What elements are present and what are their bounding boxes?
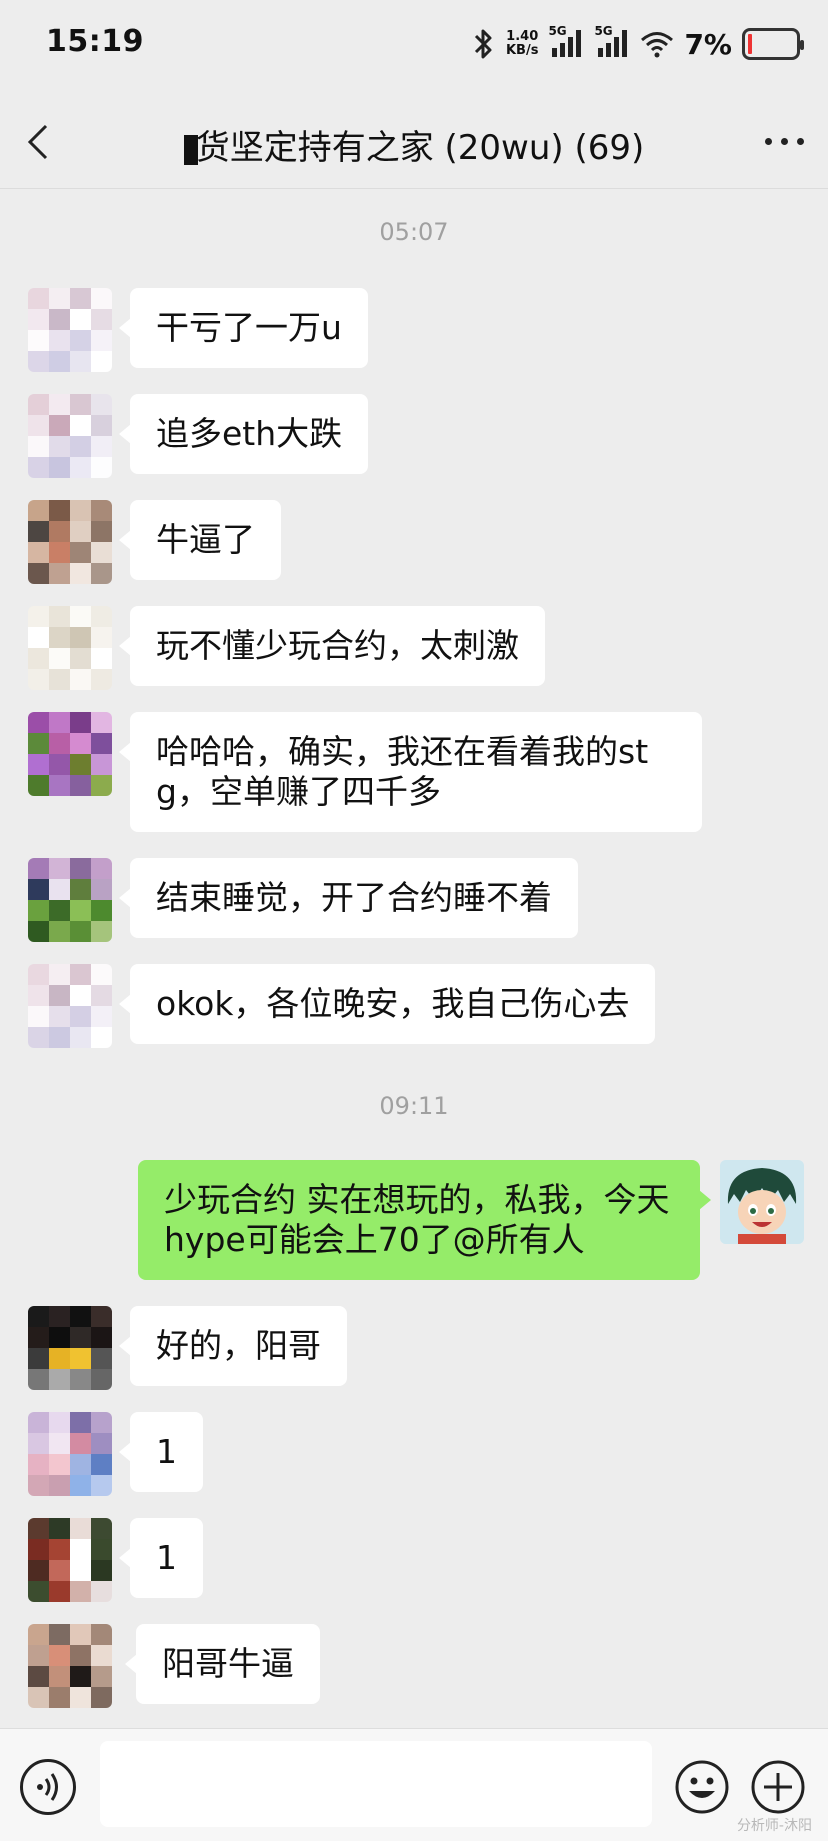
- avatar[interactable]: [28, 858, 112, 942]
- avatar[interactable]: [28, 1412, 112, 1496]
- timestamp: 05:07: [379, 218, 449, 246]
- network-speed-unit: KB/s: [505, 43, 539, 58]
- avatar[interactable]: [28, 1306, 112, 1390]
- battery-icon: [742, 28, 804, 60]
- bluetooth-icon: [474, 29, 492, 59]
- watermark: 分析师-沐阳: [736, 1818, 812, 1834]
- wifi-icon: [641, 32, 674, 58]
- sim2-label: 5G: [594, 24, 613, 38]
- plus-icon[interactable]: [750, 1759, 806, 1815]
- status-icons: 1.40 KB/s 5G 5G 7%: [470, 22, 804, 66]
- sim1-label: 5G: [548, 24, 567, 38]
- clock: 15:19: [46, 24, 144, 59]
- message-bubble-self[interactable]: 少玩合约 实在想玩的，私我，今天hype可能会上70了@所有人: [138, 1160, 711, 1280]
- message-bubble[interactable]: 好的，阳哥: [119, 1306, 347, 1386]
- avatar[interactable]: [28, 1624, 112, 1708]
- message-list[interactable]: 05:07 干亏了一万u 追多eth大跌 牛逼了 玩不懂少玩合约，太刺激 哈哈哈…: [0, 188, 828, 1728]
- battery-percent: 7%: [684, 27, 732, 61]
- avatar[interactable]: [28, 964, 112, 1048]
- message-bubble[interactable]: 玩不懂少玩合约，太刺激: [119, 606, 545, 686]
- message-bubble[interactable]: 1: [119, 1518, 203, 1598]
- timestamp: 09:11: [379, 1092, 449, 1120]
- sim2-signal: 5G: [594, 24, 630, 62]
- message-bubble[interactable]: 追多eth大跌: [118, 394, 369, 474]
- network-speed: 1.40 KB/s: [506, 30, 538, 58]
- avatar[interactable]: [28, 712, 112, 796]
- message-bubble[interactable]: 干亏了一万u: [119, 288, 368, 368]
- message-bubble[interactable]: 阳哥牛逼: [125, 1624, 320, 1704]
- message-bubble[interactable]: 哈哈哈，确实，我还在看着我的stg，空单赚了四千多: [119, 712, 702, 832]
- status-bar: 15:19 1.40 KB/s 5G 5G 7%: [0, 0, 828, 90]
- message-bubble[interactable]: 结束睡觉，开了合约睡不着: [119, 858, 578, 938]
- voice-icon[interactable]: [20, 1759, 76, 1815]
- avatar[interactable]: [28, 606, 112, 690]
- cartoon-avatar-icon: [720, 1160, 804, 1244]
- input-bar: 分析师-沐阳: [0, 1728, 828, 1841]
- chat-title-text: 货坚定持有之家 (20wu) (69): [195, 128, 645, 168]
- sim1-signal: 5G: [548, 24, 584, 62]
- chat-header: 货坚定持有之家 (20wu) (69): [0, 92, 828, 189]
- avatar[interactable]: [28, 394, 112, 478]
- avatar[interactable]: [28, 1518, 112, 1602]
- network-speed-value: 1.40: [506, 29, 539, 44]
- emoji-icon[interactable]: [674, 1759, 730, 1815]
- self-avatar[interactable]: [720, 1160, 804, 1244]
- avatar[interactable]: [28, 288, 112, 372]
- avatar[interactable]: [28, 500, 112, 584]
- message-bubble[interactable]: 1: [119, 1412, 203, 1492]
- message-bubble[interactable]: 牛逼了: [119, 500, 281, 580]
- more-options-icon[interactable]: [765, 138, 804, 145]
- message-input[interactable]: [100, 1741, 652, 1827]
- message-bubble[interactable]: okok，各位晚安，我自己伤心去: [118, 964, 656, 1044]
- chat-title: 货坚定持有之家 (20wu) (69): [0, 120, 828, 169]
